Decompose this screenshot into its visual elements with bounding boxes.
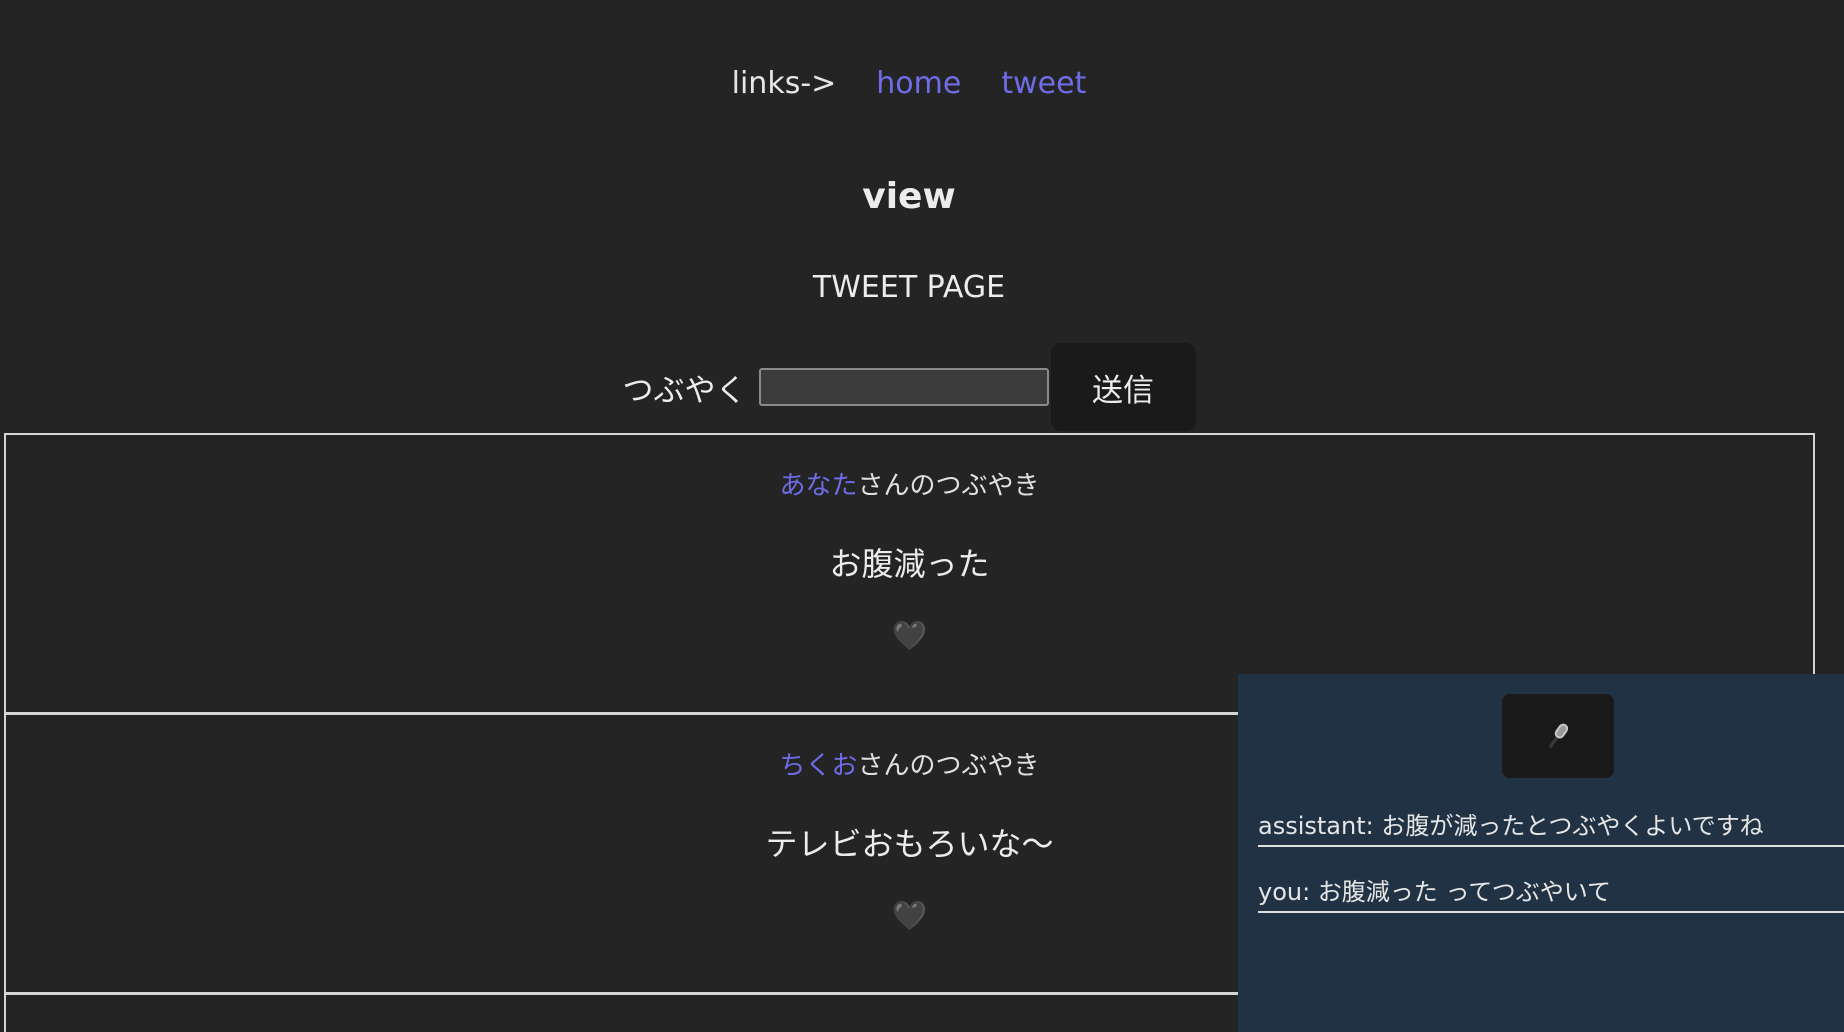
tweet-author-suffix: さんのつぶやき (857, 751, 1040, 781)
page-heading: TWEET PAGE (812, 270, 1006, 305)
tweet-author-link[interactable]: ちくお (779, 751, 857, 781)
mic-button[interactable] (1502, 694, 1614, 778)
tweet-body: お腹減った (829, 545, 990, 583)
black-heart-icon: 🖤 (892, 899, 927, 932)
tweet-input-label: つぶやく (622, 372, 747, 409)
black-heart-icon: 🖤 (892, 619, 927, 652)
tweet-author-suffix: さんのつぶやき (857, 471, 1040, 501)
tweet-form: つぶやく 送信 (0, 343, 1818, 431)
links-label: links-> (731, 66, 837, 101)
tweet-card: あなたさんのつぶやき お腹減った 🖤 (4, 435, 1815, 715)
chat-message: you: お腹減った ってつぶやいて (1258, 872, 1844, 913)
voice-assistant-panel: assistant: お腹が減ったとつぶやくよいですね you: お腹減った っ… (1238, 674, 1844, 1032)
tweet-input[interactable] (758, 368, 1049, 406)
page: links-> home tweet view TWEET PAGE つぶやく … (0, 0, 1844, 1032)
tweet-author-link[interactable]: あなた (779, 471, 857, 501)
tweet-link[interactable]: tweet (1001, 66, 1086, 101)
nav-links: links-> home tweet (0, 66, 1818, 101)
microphone-icon (1548, 723, 1569, 749)
tweet-author-line: あなたさんのつぶやき (6, 465, 1813, 502)
chat-message: assistant: お腹が減ったとつぶやくよいですね (1258, 806, 1844, 847)
like-button[interactable]: 🖤 (6, 619, 1813, 652)
send-button[interactable]: 送信 (1050, 343, 1196, 431)
home-link[interactable]: home (876, 66, 961, 101)
view-title: view (862, 176, 956, 217)
